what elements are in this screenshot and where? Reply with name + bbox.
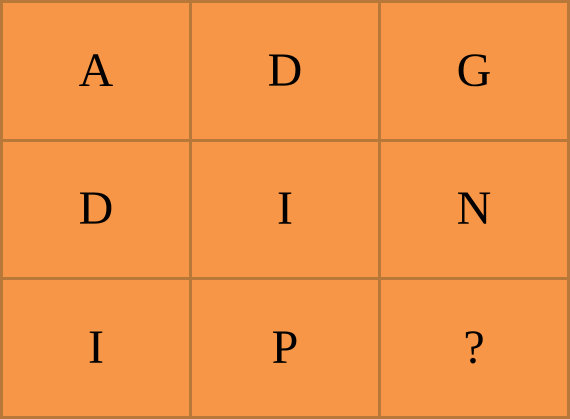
grid-cell-r3c1: I [3,280,189,416]
letter-puzzle-grid: A D G D I N I P ? [0,0,570,419]
grid-cell-r2c1: D [3,141,189,278]
grid-cell-r2c3: N [381,141,567,278]
grid-cell-r1c2: D [192,3,378,139]
grid-cell-r3c2: P [192,280,378,416]
grid-cell-r1c3: G [381,3,567,139]
grid-cell-r1c1: A [3,3,189,139]
grid-cell-missing: ? [381,280,567,416]
grid-cell-r2c2: I [192,141,378,278]
